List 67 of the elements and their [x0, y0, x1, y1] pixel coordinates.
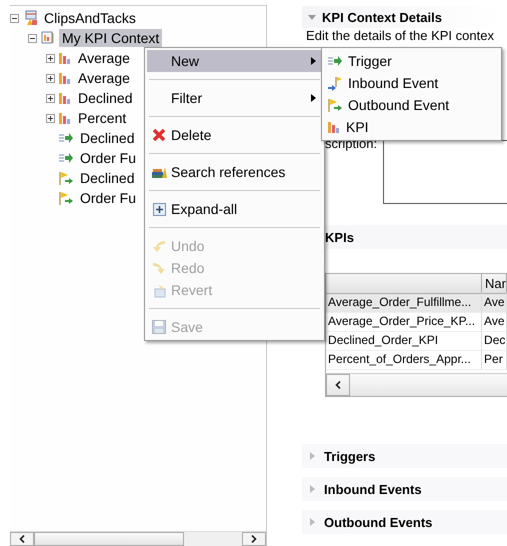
menu-item[interactable]: KPI — [322, 116, 501, 138]
arrow-icon — [58, 151, 74, 165]
context-icon — [40, 30, 56, 46]
menu-item[interactable]: Filter — [147, 87, 322, 109]
collapse-toggle[interactable] — [28, 34, 37, 42]
expand-icon — [152, 202, 166, 216]
collapse-toggle[interactable] — [10, 14, 19, 22]
tree-item[interactable]: Average — [75, 49, 133, 67]
scroll-left-button[interactable] — [10, 532, 34, 546]
tree-item[interactable]: Order Fu — [77, 149, 140, 167]
expand-toggle[interactable] — [46, 114, 55, 122]
arrow-icon — [58, 131, 74, 145]
flag-arrow-icon — [58, 170, 74, 186]
tree-item[interactable]: Declined — [77, 169, 138, 187]
menu-item[interactable]: Expand-all — [147, 198, 322, 220]
scroll-right-icon — [251, 535, 258, 543]
bar-chart-icon — [327, 120, 341, 134]
bar-chart-icon — [58, 71, 72, 85]
menu-item[interactable]: New — [147, 50, 322, 72]
menu-item[interactable]: Delete — [147, 124, 322, 146]
expand-toggle[interactable] — [46, 74, 55, 82]
flag-arrow-icon — [327, 98, 343, 112]
section-header[interactable]: Inbound Events — [302, 477, 507, 501]
horizontal-scrollbar[interactable] — [10, 531, 266, 546]
flag-arrow-icon — [327, 76, 343, 90]
undo-icon — [151, 239, 167, 253]
scroll-left-icon — [335, 381, 342, 389]
section-header[interactable]: Outbound Events — [302, 510, 507, 534]
scroll-thumb[interactable] — [34, 532, 184, 546]
section-header[interactable]: KPIs — [325, 225, 507, 249]
table-row[interactable]: Average_Order_Price_KP... Ave — [326, 312, 507, 331]
menu-item[interactable]: Search references — [147, 161, 322, 183]
table-row[interactable]: Average_Order_Fulfillme... Ave — [326, 293, 507, 312]
revert-icon — [151, 282, 167, 298]
tree-item[interactable]: ClipsAndTacks — [41, 9, 139, 27]
menu-item[interactable]: Trigger — [322, 50, 501, 72]
scroll-left-button[interactable] — [326, 374, 350, 396]
tree-item[interactable]: My KPI Context — [59, 29, 162, 47]
column-header[interactable]: Nar — [482, 274, 507, 294]
scroll-right-button[interactable] — [242, 532, 266, 546]
tree-item[interactable]: Declined — [75, 89, 136, 107]
bar-chart-icon — [58, 51, 72, 65]
books-icon — [151, 165, 167, 179]
tree-item[interactable]: Average — [75, 69, 133, 87]
tree-item[interactable]: Order Fu — [77, 189, 140, 207]
section-header[interactable]: Triggers — [302, 444, 507, 468]
submenu-arrow-icon — [311, 57, 316, 65]
expand-toggle[interactable] — [46, 94, 55, 102]
save-icon — [152, 320, 166, 334]
description-text: Edit the details of the KPI contex — [306, 28, 495, 43]
scroll-left-icon — [19, 535, 25, 543]
horizontal-scrollbar[interactable] — [326, 373, 507, 396]
flag-arrow-icon — [58, 190, 74, 206]
arrow-icon — [327, 54, 343, 68]
table-row[interactable]: Declined_Order_KPI Dec — [326, 331, 507, 350]
redo-icon — [151, 261, 167, 275]
submenu-arrow-icon — [311, 94, 316, 102]
tree-item[interactable]: Percent — [75, 109, 130, 127]
bar-chart-icon — [58, 91, 72, 105]
field-label: scription: — [325, 136, 378, 151]
table-row[interactable]: Percent_of_Orders_Appr... Per — [326, 350, 507, 369]
tree-item[interactable]: Declined — [77, 129, 138, 147]
close-icon — [152, 128, 166, 142]
expand-toggle[interactable] — [46, 54, 55, 62]
menu-item[interactable]: Outbound Event — [322, 94, 501, 116]
bar-chart-icon — [58, 111, 72, 125]
menu-item[interactable]: Inbound Event — [322, 72, 501, 94]
